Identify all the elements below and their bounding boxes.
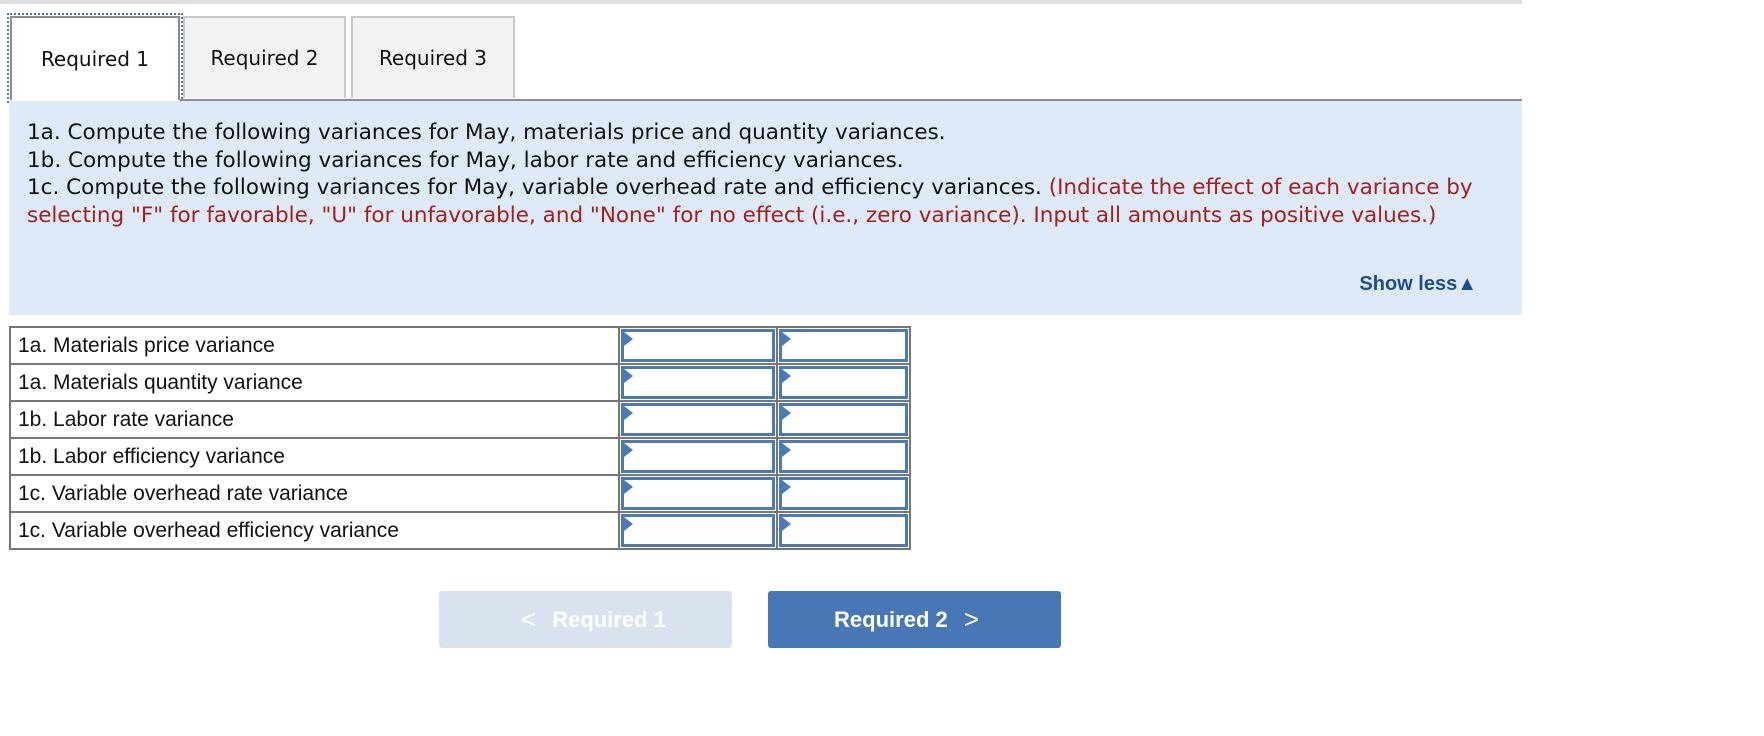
instruction-1c: 1c. Compute the following variances for … <box>27 174 1504 229</box>
table-row: 1c. Variable overhead efficiency varianc… <box>9 511 911 550</box>
flag-marker-icon <box>782 406 791 420</box>
next-required-label: Required 2 <box>834 606 948 632</box>
amount-input-cell <box>618 326 778 365</box>
flag-marker-icon <box>782 369 791 383</box>
effect-select[interactable] <box>782 443 905 470</box>
prev-required-button[interactable]: < Required 1 <box>439 591 732 648</box>
effect-select-box <box>779 440 908 473</box>
flag-marker-icon <box>624 480 633 494</box>
effect-select-cell <box>776 437 911 476</box>
flag-marker-icon <box>782 480 791 494</box>
amount-input-cell <box>618 474 778 513</box>
amount-input-box <box>621 366 775 399</box>
amount-input-box <box>621 440 775 473</box>
amount-input[interactable] <box>624 443 772 470</box>
flag-marker-icon <box>624 406 633 420</box>
amount-input-cell <box>618 363 778 402</box>
chevron-left-icon: < <box>521 604 537 634</box>
amount-input-box <box>621 514 775 547</box>
variance-label: 1c. Variable overhead rate variance <box>9 474 620 513</box>
effect-select[interactable] <box>782 517 905 544</box>
flag-marker-icon <box>624 443 633 457</box>
tab-required-1[interactable]: Required 1 <box>7 13 183 103</box>
instruction-1a: 1a. Compute the following variances for … <box>27 120 946 145</box>
table-row: 1a. Materials price variance <box>9 326 911 365</box>
table-row: 1a. Materials quantity variance <box>9 363 911 402</box>
amount-input[interactable] <box>624 369 772 396</box>
tab-required-2[interactable]: Required 2 <box>183 16 346 98</box>
effect-select-box <box>779 403 908 436</box>
chevron-right-icon: > <box>963 604 979 634</box>
effect-select-box <box>779 514 908 547</box>
effect-select-cell <box>776 474 911 513</box>
top-divider-bar <box>0 0 1522 4</box>
show-less-label: Show less <box>1359 273 1458 296</box>
effect-select-box <box>779 329 908 362</box>
flag-marker-icon <box>624 369 633 383</box>
effect-select[interactable] <box>782 369 905 396</box>
effect-select[interactable] <box>782 332 905 359</box>
amount-input-box <box>621 477 775 510</box>
prev-required-label: Required 1 <box>552 606 666 632</box>
effect-select-cell <box>776 511 911 550</box>
amount-input[interactable] <box>624 332 772 359</box>
table-row: 1b. Labor efficiency variance <box>9 437 911 476</box>
effect-select-cell <box>776 400 911 439</box>
effect-select-box <box>779 477 908 510</box>
amount-input[interactable] <box>624 406 772 433</box>
variance-label: 1a. Materials quantity variance <box>9 363 620 402</box>
instruction-1b: 1b. Compute the following variances for … <box>27 147 904 173</box>
variance-label: 1b. Labor efficiency variance <box>9 437 620 476</box>
show-less-toggle[interactable]: Show less▲ <box>1359 271 1477 299</box>
variance-label: 1b. Labor rate variance <box>9 400 620 439</box>
flag-marker-icon <box>782 517 791 531</box>
variance-label: 1a. Materials price variance <box>9 326 620 365</box>
flag-marker-icon <box>624 517 633 531</box>
amount-input[interactable] <box>624 517 772 544</box>
flag-marker-icon <box>782 332 791 346</box>
variance-label: 1c. Variable overhead efficiency varianc… <box>9 511 620 550</box>
flag-marker-icon <box>782 443 791 457</box>
table-row: 1c. Variable overhead rate variance <box>9 474 911 513</box>
amount-input-cell <box>618 400 778 439</box>
instructions-panel: 1a. Compute the following variances for … <box>9 101 1522 315</box>
effect-select-cell <box>776 363 911 402</box>
triangle-up-icon: ▲ <box>1457 273 1477 296</box>
table-row: 1b. Labor rate variance <box>9 400 911 439</box>
amount-input-cell <box>618 511 778 550</box>
amount-input[interactable] <box>624 480 772 507</box>
next-required-button[interactable]: Required 2 > <box>768 591 1061 648</box>
variance-answer-table: 1a. Materials price variance 1a. Material… <box>9 326 911 550</box>
flag-marker-icon <box>624 332 633 346</box>
tab-required-3[interactable]: Required 3 <box>351 16 515 98</box>
amount-input-cell <box>618 437 778 476</box>
effect-select-cell <box>776 326 911 365</box>
effect-select[interactable] <box>782 480 905 507</box>
effect-select-box <box>779 366 908 399</box>
instruction-1c-text: 1c. Compute the following variances for … <box>27 175 1042 201</box>
amount-input-box <box>621 403 775 436</box>
amount-input-box <box>621 329 775 362</box>
effect-select[interactable] <box>782 406 905 433</box>
